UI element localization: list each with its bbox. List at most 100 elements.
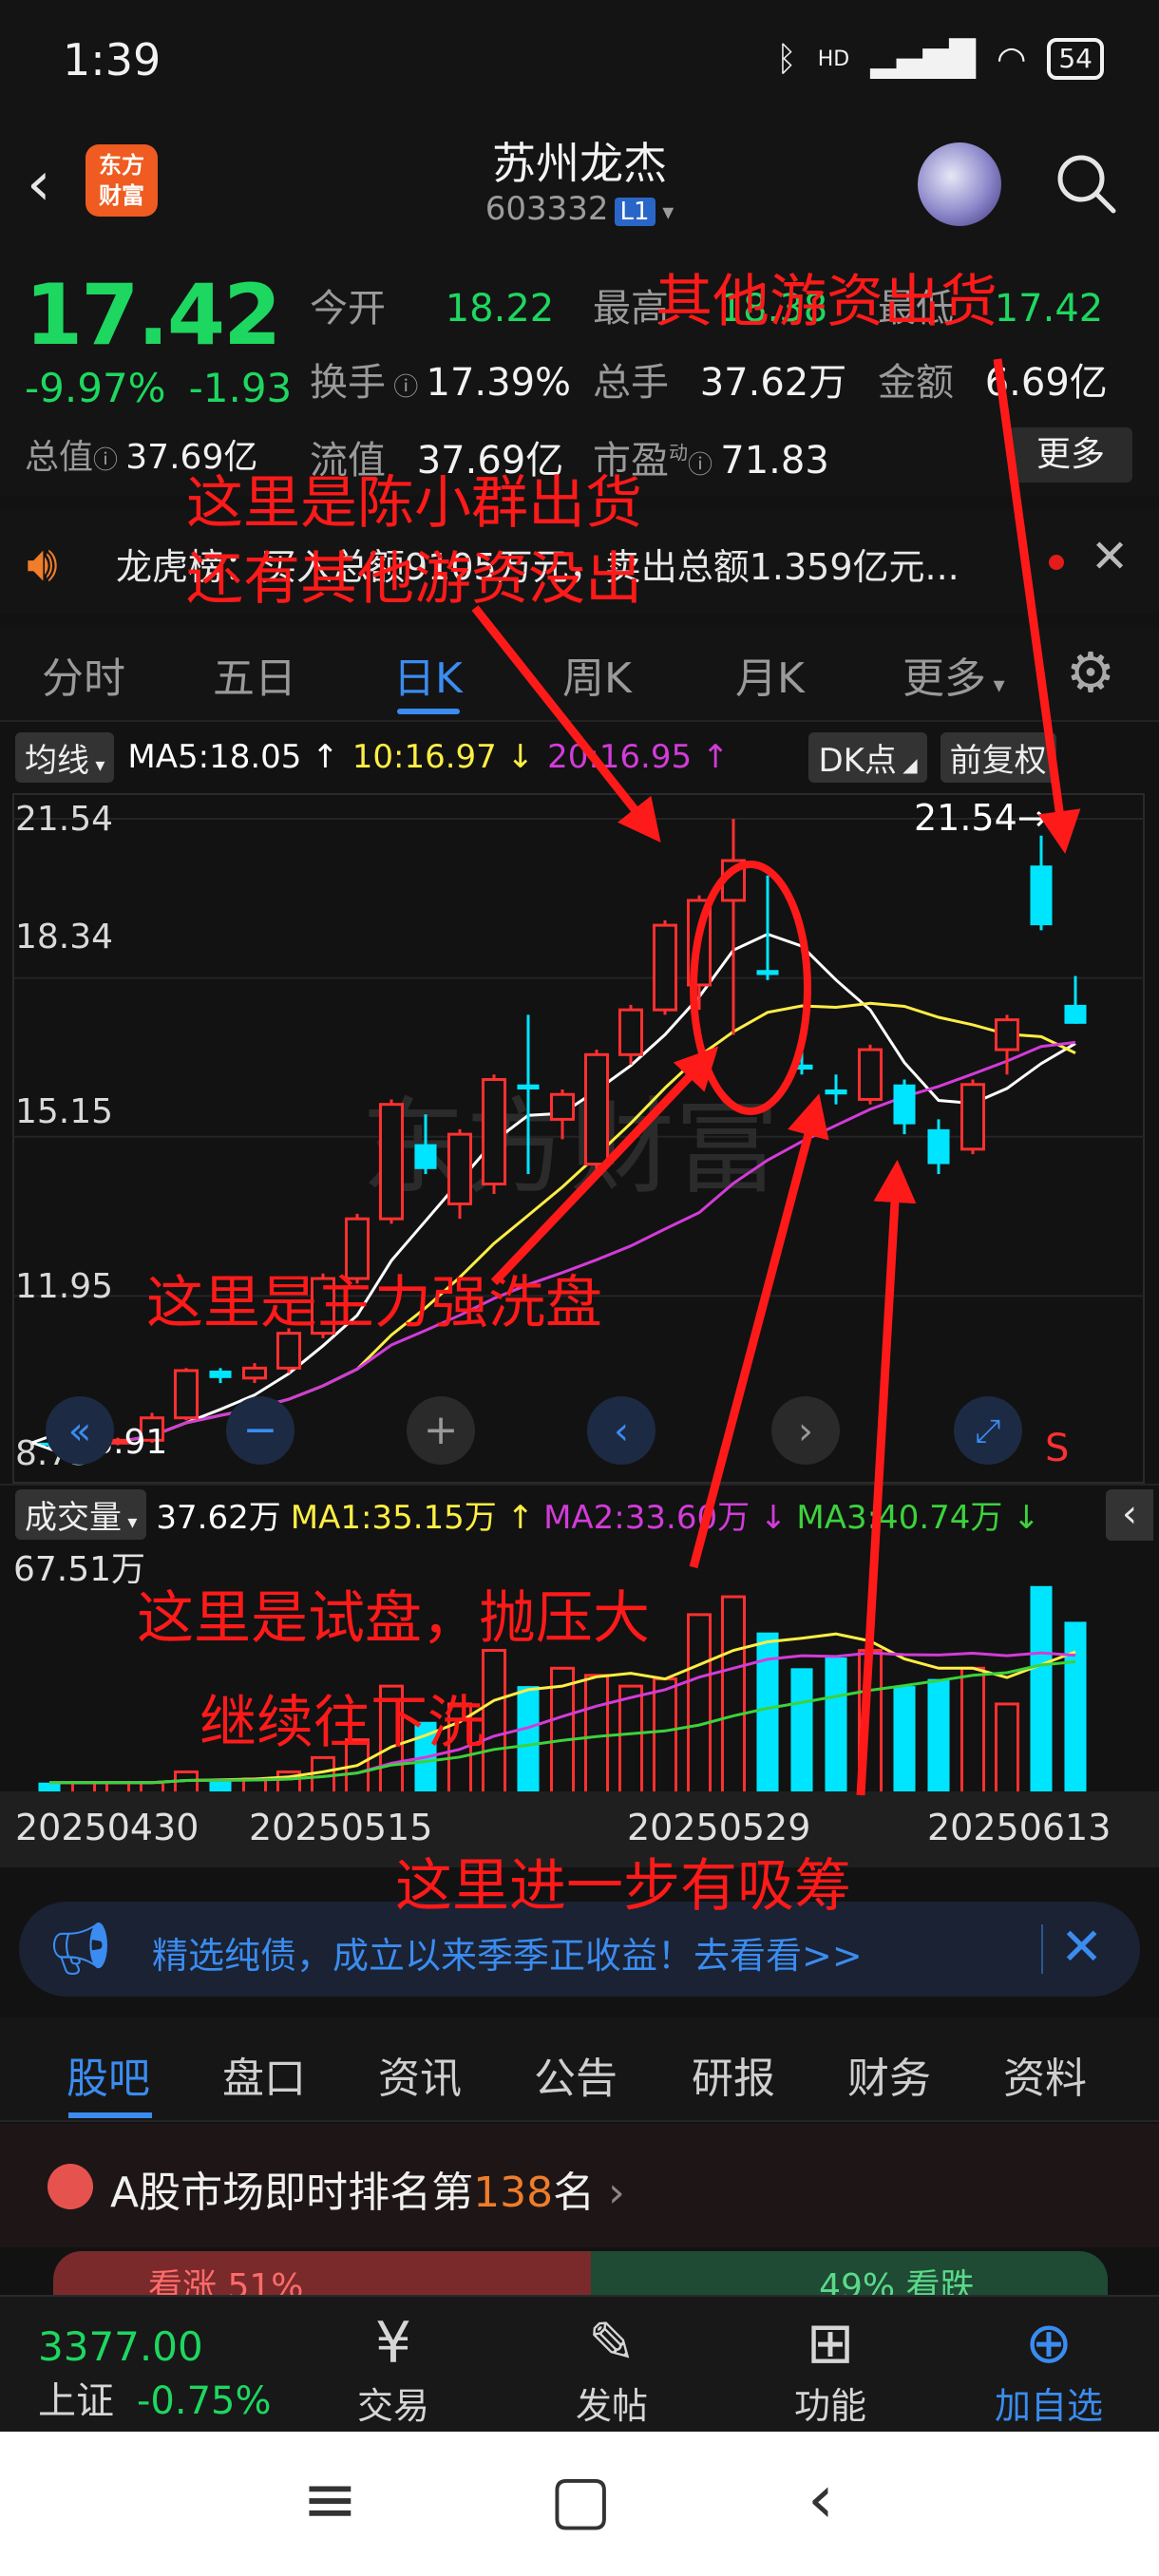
volume-bar — [893, 1686, 916, 1793]
volume-bar — [1064, 1621, 1087, 1793]
tab-finance[interactable]: 财务 — [847, 2044, 931, 2105]
candle-body — [960, 1083, 986, 1151]
candle-body — [927, 1128, 950, 1165]
current-price: 17.42 — [25, 266, 281, 364]
candle-body — [857, 1048, 884, 1101]
y-label-2: 18.34 — [15, 918, 113, 957]
nav-add-watchlist[interactable]: ⊕ 加自选 — [963, 2310, 1134, 2429]
kline-chart[interactable]: 东方财富 21.54 18.34 15.15 11.95 8.75 21.54→… — [0, 785, 1159, 1487]
tab-announcements[interactable]: 公告 — [534, 2044, 618, 2105]
high-marker: 21.54→ — [914, 797, 1048, 839]
search-icon[interactable] — [1054, 152, 1117, 215]
menu-icon[interactable]: ≡ — [302, 2460, 358, 2538]
candle-body — [686, 899, 712, 987]
gridlines — [13, 818, 1144, 1297]
bluetooth-icon: ᛒ — [776, 39, 797, 79]
tab-five-day[interactable]: 五日 — [213, 644, 296, 705]
tab-pankou[interactable]: 盘口 — [222, 2044, 306, 2105]
adjust-selector[interactable]: 前复权 — [940, 731, 1056, 783]
tab-news[interactable]: 资讯 — [378, 2044, 462, 2105]
dk-point-selector[interactable]: DK点 ◢ — [808, 731, 927, 783]
volume-bar — [756, 1632, 779, 1793]
candle-body — [446, 1132, 473, 1205]
wifi-icon: ◠ — [996, 39, 1027, 79]
candle-body — [276, 1332, 302, 1370]
volume-bar — [173, 1770, 200, 1795]
indicator-selector[interactable]: 成交量 ▾ — [15, 1488, 147, 1540]
ma-selector[interactable]: 均线 ▾ — [15, 731, 115, 783]
assistant-robot-icon[interactable] — [918, 142, 1001, 226]
change-value: -1.93 — [188, 365, 293, 411]
back-icon[interactable]: ‹ — [808, 2460, 834, 2538]
tab-more[interactable]: 更多 ▾ — [902, 644, 1005, 705]
speaker-icon: 🔊︎ — [27, 536, 58, 593]
rank-text: A股市场即时排名第138名 › — [110, 2169, 625, 2217]
candle-body — [414, 1144, 437, 1169]
candle-body — [652, 923, 678, 1012]
candle — [583, 1050, 610, 1169]
tab-profile[interactable]: 资料 — [1003, 2044, 1087, 2105]
candle-body — [756, 970, 779, 975]
stock-header: ‹ 东方 财富 苏州龙杰 603332 L1 ▾ — [0, 123, 1159, 247]
candle-body — [790, 1064, 813, 1070]
candle — [1030, 835, 1053, 931]
tab-monthly-k[interactable]: 月K — [735, 644, 805, 705]
nav-features[interactable]: ⊞ 功能 — [745, 2310, 916, 2429]
candle — [173, 1368, 200, 1421]
content-tabs: 股吧 盘口 资讯 公告 研报 财务 资料 — [0, 2017, 1159, 2122]
ma-row: 均线 ▾ MA5:18.05 ↑ 10:16.97 ↓ 20:16.95 ↑ D… — [0, 728, 1159, 786]
date-label: 20250529 — [627, 1807, 811, 1848]
date-label: 20250515 — [249, 1807, 433, 1848]
candle — [686, 895, 712, 1011]
market-rank[interactable]: A股市场即时排名第138名 › — [0, 2124, 1159, 2247]
index-quote[interactable]: 3377.00 上证 -0.75% — [38, 2323, 272, 2425]
candle-body — [825, 1089, 847, 1095]
candle — [825, 1074, 847, 1105]
tab-intraday[interactable]: 分时 — [42, 644, 125, 705]
close-icon[interactable]: ✕ — [1060, 1917, 1103, 1977]
vol-ma2: MA2:33.60万 ↓ — [543, 1498, 788, 1537]
volume-chart[interactable]: 67.51万 — [0, 1543, 1159, 1799]
candle-body — [1030, 865, 1053, 926]
collapse-icon[interactable]: ‹ — [1106, 1489, 1153, 1541]
volume-bar — [720, 1595, 747, 1795]
volume-field: 总手 37.62万 — [593, 361, 847, 405]
amount-field: 金额 6.69亿 — [878, 361, 1108, 405]
tab-guba[interactable]: 股吧 — [66, 2044, 150, 2105]
candle-body — [549, 1092, 576, 1121]
candle-body — [209, 1370, 232, 1378]
candle — [893, 1079, 916, 1135]
candle — [209, 1368, 232, 1384]
status-icons: ᛒ HD ▂▄▆█ ◠ 54 — [776, 38, 1104, 80]
open-field: 今开 18.22 — [310, 287, 555, 331]
home-icon[interactable]: ▢ — [549, 2460, 612, 2538]
tab-research[interactable]: 研报 — [692, 2044, 775, 2105]
annotation-text: 这里是主力强洗盘 — [146, 1270, 602, 1336]
volume-bar — [960, 1666, 986, 1795]
tab-weekly-k[interactable]: 周K — [562, 644, 632, 705]
candle — [241, 1363, 268, 1384]
gear-icon[interactable]: ⚙ — [1066, 640, 1115, 705]
nav-post[interactable]: ✎ 发帖 — [526, 2310, 697, 2429]
chevron-down-icon: ▾ — [655, 199, 674, 225]
candle-body — [241, 1366, 268, 1380]
volume-bar — [481, 1649, 507, 1795]
annotation-text: 这里是试盘，抛压大 — [137, 1585, 650, 1652]
candle — [960, 1079, 986, 1155]
tab-daily-k[interactable]: 日K — [393, 644, 463, 705]
signal-icon: ▂▄▆█ — [870, 39, 976, 79]
vol-value: 37.62万 — [156, 1498, 281, 1537]
more-button[interactable]: 更多 — [1009, 427, 1132, 483]
close-icon[interactable]: ✕ — [1091, 530, 1129, 583]
plus-circle-icon: ⊕ — [1024, 2310, 1074, 2377]
volume-bar — [1030, 1585, 1053, 1793]
grid-icon: ⊞ — [806, 2310, 855, 2377]
candle — [720, 819, 747, 1035]
active-tab-indicator — [68, 2112, 152, 2118]
nav-trade[interactable]: ¥ 交易 — [308, 2310, 479, 2429]
volume-bar — [517, 1686, 540, 1793]
volume-bar — [994, 1702, 1020, 1795]
y-label-top: 21.54 — [15, 800, 113, 839]
candle-body — [994, 1018, 1020, 1051]
yen-icon: ¥ — [374, 2310, 412, 2377]
